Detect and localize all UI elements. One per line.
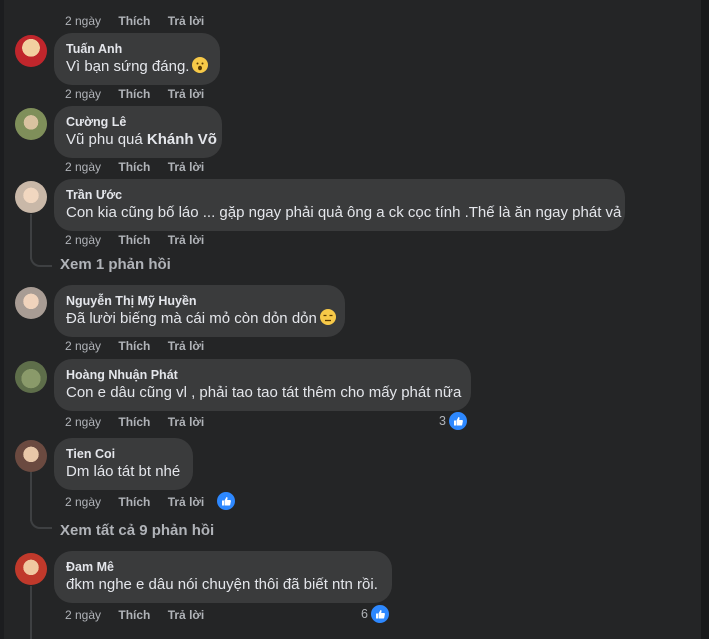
like-reaction-icon — [369, 604, 390, 624]
comment-meta: 2 ngày Thích Trả lời — [65, 415, 205, 429]
tagged-user[interactable]: Khánh Võ — [147, 131, 217, 148]
reaction-count[interactable]: 6 — [361, 604, 390, 624]
commenter-name[interactable]: Cường Lê — [66, 114, 210, 130]
commenter-name[interactable]: Nguyễn Thị Mỹ Huyền — [66, 293, 333, 309]
comment-meta: 2 ngày Thích Trả lời — [65, 495, 205, 509]
comment-text: Con kia cũng bố láo ... gặp ngay phải qu… — [66, 204, 622, 221]
unamused-face-icon — [319, 309, 336, 325]
comment-bubble: Tuấn Anh Vì bạn sứng đáng. — [54, 33, 220, 85]
comment-text: Đã lười biếng mà cái mỏ còn dỏn dỏn — [66, 309, 336, 329]
commenter-name[interactable]: Tuấn Anh — [66, 41, 208, 57]
view-replies-link[interactable]: Xem 1 phản hồi — [60, 255, 171, 275]
comment-bubble: Đam Mê đkm nghe e dâu nói chuyện thôi đã… — [54, 551, 392, 603]
comment-text: Vì bạn sứng đáng. — [66, 57, 209, 77]
thread-elbow — [30, 515, 52, 529]
like-link[interactable]: Thích — [118, 608, 150, 622]
like-link[interactable]: Thích — [118, 495, 150, 509]
comment-bubble: Trần Ước Con kia cũng bố láo ... gặp nga… — [54, 179, 625, 231]
hushed-face-icon — [192, 57, 209, 73]
comment-text: đkm nghe e dâu nói chuyện thôi đã biết n… — [66, 576, 378, 593]
commenter-name[interactable]: Tien Coi — [66, 446, 181, 462]
avatar[interactable] — [15, 440, 47, 472]
like-reaction-icon — [447, 411, 468, 431]
reply-link[interactable]: Trả lời — [168, 339, 205, 353]
comment-meta: 2 ngày Thích Trả lời — [65, 608, 205, 622]
thread-line — [30, 586, 32, 639]
commenter-name[interactable]: Hoàng Nhuận Phát — [66, 367, 459, 383]
reply-link[interactable]: Trả lời — [168, 233, 205, 247]
like-link[interactable]: Thích — [118, 14, 150, 28]
comment-bubble: Cường Lê Vũ phu quá Khánh Võ — [54, 106, 222, 158]
comment-bubble: Nguyễn Thị Mỹ Huyền Đã lười biếng mà cái… — [54, 285, 345, 337]
reply-link[interactable]: Trả lời — [168, 14, 205, 28]
page-edge — [701, 0, 709, 639]
comment-meta: 2 ngày Thích Trả lời — [65, 339, 205, 353]
avatar[interactable] — [15, 287, 47, 319]
like-link[interactable]: Thích — [118, 160, 150, 174]
reply-link[interactable]: Trả lời — [168, 160, 205, 174]
like-link[interactable]: Thích — [118, 233, 150, 247]
avatar[interactable] — [15, 181, 47, 213]
reaction-count[interactable] — [214, 491, 236, 511]
comment-text: Con e dâu cũng vl , phải tao tao tát thê… — [66, 384, 462, 401]
reply-link[interactable]: Trả lời — [168, 608, 205, 622]
avatar[interactable] — [15, 35, 47, 67]
reply-link[interactable]: Trả lời — [168, 87, 205, 101]
comment-bubble: Tien Coi Dm láo tát bt nhé — [54, 438, 193, 490]
commenter-name[interactable]: Đam Mê — [66, 559, 380, 575]
comment-meta: 2 ngày Thích Trả lời — [65, 14, 205, 28]
avatar[interactable] — [15, 361, 47, 393]
reply-link[interactable]: Trả lời — [168, 495, 205, 509]
comment-meta: 2 ngày Thích Trả lời — [65, 87, 205, 101]
reply-link[interactable]: Trả lời — [168, 415, 205, 429]
reaction-count[interactable]: 3 — [439, 411, 468, 431]
thread-elbow — [30, 253, 52, 267]
avatar[interactable] — [15, 108, 47, 140]
thread-line — [30, 472, 32, 521]
comment-text: Vũ phu quá Khánh Võ — [66, 131, 217, 148]
comments-panel: 2 ngày Thích Trả lời Tuấn Anh Vì bạn sứn… — [4, 0, 701, 639]
like-link[interactable]: Thích — [118, 87, 150, 101]
like-link[interactable]: Thích — [118, 415, 150, 429]
comment-meta: 2 ngày Thích Trả lời — [65, 160, 205, 174]
commenter-name[interactable]: Trần Ước — [66, 187, 613, 203]
view-replies-link[interactable]: Xem tất cả 9 phản hồi — [60, 521, 214, 541]
avatar[interactable] — [15, 553, 47, 585]
comment-text: Dm láo tát bt nhé — [66, 463, 181, 480]
like-reaction-icon — [216, 491, 236, 511]
like-link[interactable]: Thích — [118, 339, 150, 353]
comment-meta: 2 ngày Thích Trả lời — [65, 233, 205, 247]
comment-bubble: Hoàng Nhuận Phát Con e dâu cũng vl , phả… — [54, 359, 471, 411]
